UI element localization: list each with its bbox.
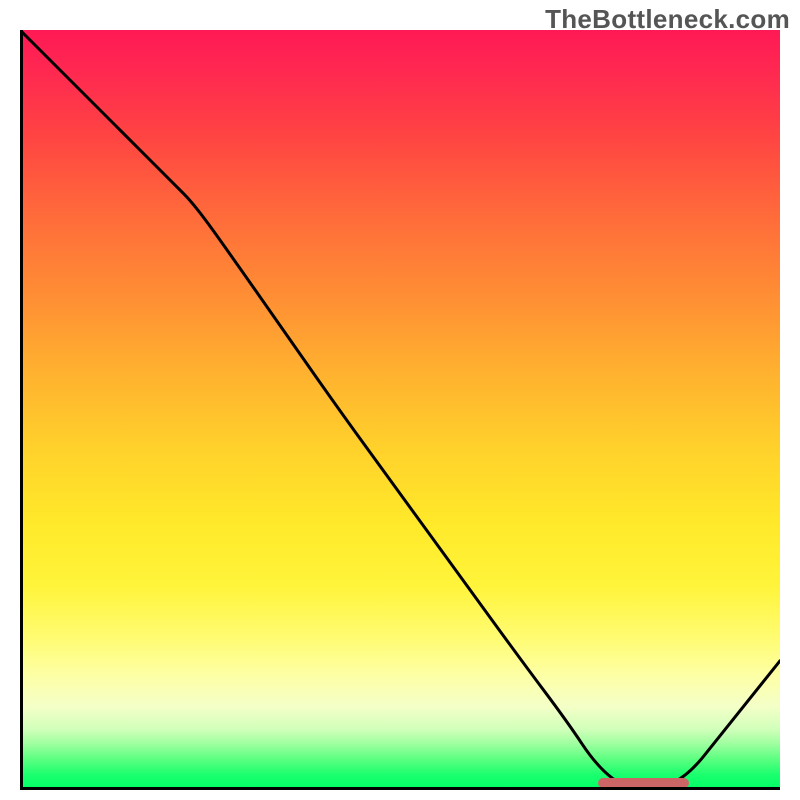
plot-frame [20, 30, 780, 790]
bottleneck-curve [20, 30, 780, 790]
bottleneck-marker [598, 778, 689, 788]
watermark-text: TheBottleneck.com [545, 4, 790, 35]
chart-stage: TheBottleneck.com [0, 0, 800, 800]
plot-area [20, 30, 780, 790]
